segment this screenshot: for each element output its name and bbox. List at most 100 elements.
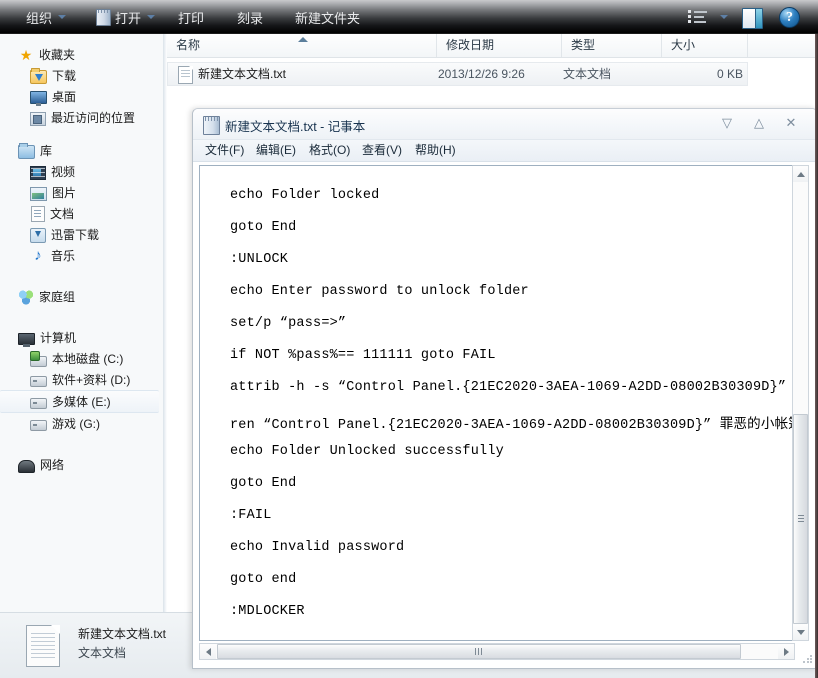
column-label: 修改日期 [446,38,495,52]
text-line: if NOT %pass%== 111111 goto FAIL [230,348,496,363]
recent-places-icon [30,111,46,126]
sidebar-item-drive-c[interactable]: 本地磁盘 (C:) [0,348,163,369]
scroll-left-button[interactable] [200,644,216,659]
sidebar-item-homegroup[interactable]: 家庭组 [0,286,163,307]
column-header-row: 名称 修改日期 类型 大小 [167,34,818,58]
file-modified-date: 2013/12/26 9:26 [438,67,525,81]
sidebar-item-music[interactable]: ♪ 音乐 [0,245,163,266]
sidebar-item-documents[interactable]: 文档 [0,203,163,224]
help-icon[interactable]: ? [779,7,800,28]
sidebar-item-pictures[interactable]: 图片 [0,182,163,203]
toolbar-item-label: 刻录 [237,10,264,26]
column-header-modified[interactable]: 修改日期 [437,34,562,57]
file-size: 0 KB [716,67,743,81]
column-header-size[interactable]: 大小 [662,34,748,57]
notepad-window[interactable]: 新建文本文档.txt - 记事本 ▽ △ ✕ 文件(F) 编辑(E) 格式(O)… [192,108,818,669]
maximize-button[interactable]: △ [745,113,773,133]
sidebar-item-desktop[interactable]: 桌面 [0,86,163,107]
sidebar-item-label: 图片 [52,186,77,200]
sidebar-item-libraries[interactable]: 库 [0,140,163,161]
toolbar-item-label: 打开 [115,10,142,26]
text-line: echo Enter password to unlock folder [230,284,529,299]
library-icon [18,142,35,159]
notepad-text-area[interactable]: echo Folder locked goto End :UNLOCK echo… [199,165,795,641]
downloads-folder-icon [30,67,47,84]
menu-help[interactable]: 帮助(H) [415,140,456,161]
horizontal-scrollbar-thumb[interactable] [217,644,741,659]
sidebar-item-label: 桌面 [52,90,77,104]
scroll-up-button[interactable] [793,166,808,182]
toolbar-item-label: 新建文件夹 [295,10,361,26]
desktop-icon [30,91,47,106]
toolbar-print-button[interactable]: 打印 [174,0,208,34]
scroll-right-button[interactable] [778,644,794,659]
sidebar-item-label: 多媒体 (E:) [52,395,111,409]
view-list-icon[interactable] [688,9,710,25]
toolbar-organize-button[interactable]: 组织 [22,0,70,34]
chevron-down-icon[interactable] [720,15,728,19]
sidebar-item-computer[interactable]: 计算机 [0,327,163,348]
chevron-up-icon [796,171,805,177]
sidebar-item-label: 视频 [51,165,76,179]
close-button[interactable]: ✕ [777,113,805,133]
chevron-down-icon [147,15,156,19]
window-title: 新建文本文档.txt - 记事本 [225,120,366,134]
column-header-name[interactable]: 名称 [167,34,437,57]
vertical-scrollbar[interactable] [792,165,809,641]
notepad-title-bar[interactable]: 新建文本文档.txt - 记事本 ▽ △ ✕ [193,109,817,140]
homegroup-icon [18,288,34,305]
sidebar-item-favorites[interactable]: ★ 收藏夹 [0,44,163,65]
sidebar-item-label: 游戏 (G:) [52,417,100,431]
menu-view[interactable]: 查看(V) [362,140,402,161]
column-header-filler [748,34,818,57]
menu-edit[interactable]: 编辑(E) [256,140,296,161]
sidebar-item-label: 音乐 [51,249,76,263]
notepad-icon [203,116,220,135]
drive-icon [30,420,47,431]
sidebar-item-label: 收藏夹 [39,48,76,62]
preview-pane-icon[interactable] [742,8,763,29]
sidebar-item-label: 文档 [50,207,75,221]
sidebar-item-drive-d[interactable]: 软件+资料 (D:) [0,369,163,390]
sidebar-item-drive-g[interactable]: 游戏 (G:) [0,413,163,434]
menu-file[interactable]: 文件(F) [205,140,244,161]
text-line: ren “Control Panel.{21EC2020-3AEA-1069-A… [230,418,795,433]
sort-ascending-icon [298,37,308,42]
toolbar-item-label: 打印 [178,10,205,26]
toolbar-new-folder-button[interactable]: 新建文件夹 [291,0,364,34]
drive-icon [30,398,47,409]
column-label: 名称 [176,38,201,52]
horizontal-scrollbar[interactable] [199,643,795,660]
scroll-down-button[interactable] [793,624,808,640]
chevron-down-icon [796,629,805,635]
file-name: 新建文本文档.txt [198,67,287,81]
sidebar-item-downloads[interactable]: 下载 [0,65,163,86]
notepad-menu-bar: 文件(F) 编辑(E) 格式(O) 查看(V) 帮助(H) [193,140,817,162]
explorer-toolbar: 组织 打开 打印 刻录 新建文件夹 ? [0,0,818,34]
text-line: echo Folder locked [230,188,380,203]
sidebar-item-label: 迅雷下载 [51,228,100,242]
chevron-left-icon [205,647,211,656]
sidebar-item-network[interactable]: 网络 [0,454,163,475]
resize-grip[interactable] [802,654,813,665]
column-header-type[interactable]: 类型 [562,34,662,57]
documents-icon [31,206,45,222]
table-row[interactable]: 新建文本文档.txt 2013/12/26 9:26 文本文档 0 KB [167,62,748,86]
sidebar-item-recent-places[interactable]: 最近访问的位置 [0,107,163,128]
details-file-name: 新建文本文档.txt [78,627,167,641]
sidebar-item-videos[interactable]: 视频 [0,161,163,182]
toolbar-burn-button[interactable]: 刻录 [233,0,267,34]
sidebar-item-thunder-download[interactable]: 迅雷下载 [0,224,163,245]
music-icon: ♪ [34,246,42,264]
toolbar-open-button[interactable]: 打开 [92,0,159,34]
navigation-pane: ★ 收藏夹 下载 桌面 最近访问的位置 库 视频 图片 文档 迅雷下载 ♪ 音乐… [0,34,163,612]
vertical-scrollbar-thumb[interactable] [793,414,808,624]
minimize-button[interactable]: ▽ [713,113,741,133]
text-line: :MDLOCKER [230,604,305,619]
menu-format[interactable]: 格式(O) [309,140,350,161]
text-line: echo Invalid password [230,540,405,555]
sidebar-item-label: 最近访问的位置 [51,111,136,125]
sidebar-item-drive-e[interactable]: 多媒体 (E:) [0,390,159,413]
